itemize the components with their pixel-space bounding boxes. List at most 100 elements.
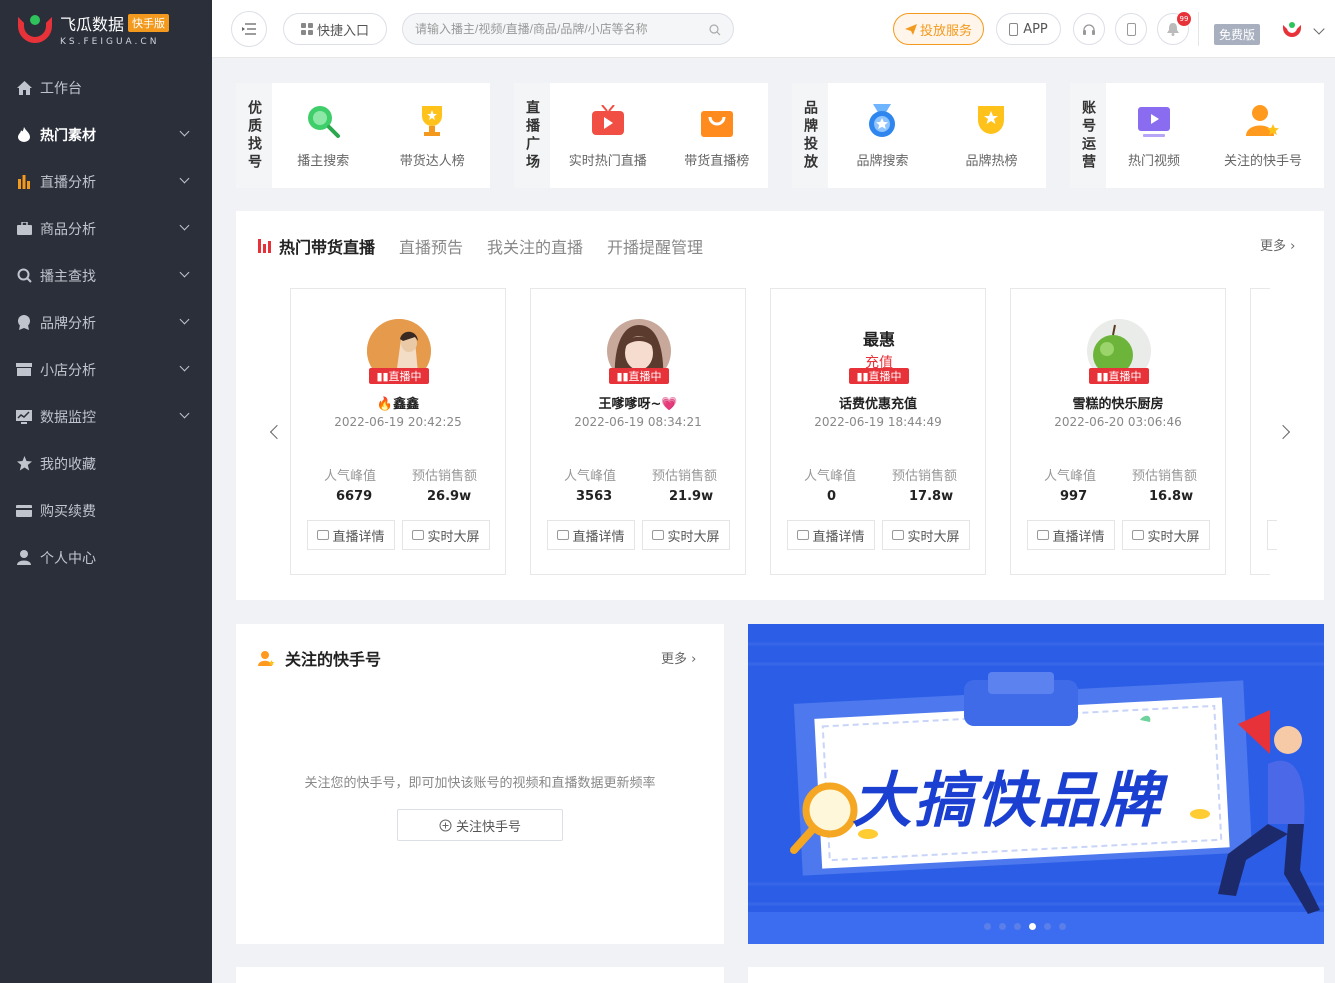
live-screen-button[interactable]: 实时大屏 [882,520,970,550]
banner-dot[interactable] [984,923,991,930]
user-avatar[interactable] [1283,22,1301,38]
quick-item-hot-video[interactable]: 热门视频 [1128,102,1180,169]
menu-toggle-button[interactable] [231,11,267,47]
anchor-name[interactable]: 雪糕的快乐厨房 [1011,393,1225,412]
sidebar-item-profile[interactable]: 个人中心 [0,534,212,581]
mobile-button[interactable] [1115,13,1147,45]
followed-accounts-panel: 关注的快手号 更多 › 关注您的快手号，即可加快该账号的视频和直播数据更新频率 … [236,624,724,944]
live-card[interactable]: 最惠 充值 ▮▮ 直播中 话费优惠充值 2022-06-19 18:44:49 … [770,288,986,575]
sidebar-item-label: 直播分析 [40,174,96,191]
support-button[interactable] [1073,13,1105,45]
live-detail-button[interactable]: 直播详情 [307,520,395,550]
banner-dot-active[interactable] [1029,923,1036,930]
search-icon[interactable] [709,24,721,36]
banner-dot[interactable] [1044,923,1051,930]
btn-label: 直播详情 [1052,529,1105,545]
carousel-next-arrow[interactable] [1275,424,1291,440]
bar-chart-icon [16,174,32,190]
anchor-name[interactable]: 王嗲嗲呀~💗 [531,393,745,412]
carousel-prev-arrow[interactable] [269,424,285,440]
camera-icon [557,530,570,540]
chevron-down-icon [179,220,190,231]
live-detail-button[interactable]: 直播详情 [547,520,635,550]
notification-button[interactable]: 99 [1157,12,1191,45]
quick-item-label: 热门视频 [1127,154,1180,169]
search-box[interactable] [402,13,734,45]
btn-label: 实时大屏 [667,529,720,545]
banner-dot[interactable] [999,923,1006,930]
banner-dot[interactable] [1059,923,1066,930]
monitor-icon [16,409,32,425]
quick-item-sales-ranking[interactable]: 带货达人榜 [400,102,465,169]
app-button[interactable]: APP [996,13,1061,45]
live-screen-button[interactable]: 实时大屏 [1122,520,1210,550]
live-time: 2022-06-19 08:34:21 [574,415,702,429]
sidebar-item-anchor-search[interactable]: 播主查找 [0,252,212,299]
section-title: 关注的快手号 [258,646,381,670]
quick-item-live-ranking[interactable]: 带货直播榜 [684,102,749,169]
live-screen-button[interactable]: 实时大屏 [642,520,730,550]
ad-service-label: 投放服务 [919,23,972,39]
sidebar-item-shop-analysis[interactable]: 小店分析 [0,346,212,393]
quick-item-followed-accounts[interactable]: 关注的快手号 [1224,102,1302,169]
live-detail-button[interactable] [1267,520,1277,550]
quick-entry-button[interactable]: 快捷入口 [283,13,387,45]
quick-group-account-ops: 账号运营 热门视频 关注的快手号 [1070,83,1324,188]
live-card[interactable]: ▮▮ 直播中 🔥鑫鑫 2022-06-19 20:42:25 人气峰值 预估销售… [290,288,506,575]
quick-item-label: 关注的快手号 [1223,154,1302,169]
sidebar-item-brand-analysis[interactable]: 品牌分析 [0,299,212,346]
live-card[interactable]: ▮▮ 直播中 雪糕的快乐厨房 2022-06-20 03:06:46 人气峰值 … [1010,288,1226,575]
follow-more-link[interactable]: 更多 › [661,648,696,667]
avatar-text: 最惠 [862,330,895,349]
anchor-name[interactable]: 话费优惠充值 [771,393,985,412]
stat-value-sales: 21.9w [669,489,714,504]
card-icon [16,503,32,519]
sidebar-item-label: 个人中心 [40,550,96,567]
live-card[interactable]: ▮▮ 直播中 王嗲嗲呀~💗 2022-06-19 08:34:21 人气峰值 预… [530,288,746,575]
quick-item-anchor-search[interactable]: 播主搜索 [297,102,349,169]
send-icon [904,23,917,35]
live-detail-button[interactable]: 直播详情 [1027,520,1115,550]
quick-group-title: 品牌投放 [802,99,818,172]
sidebar-item-goods-analysis[interactable]: 商品分析 [0,205,212,252]
banner-dot[interactable] [1014,923,1021,930]
sidebar-item-purchase[interactable]: 购买续费 [0,487,212,534]
tab-live-reminder[interactable]: 开播提醒管理 [607,234,703,258]
phone-icon [1126,22,1136,36]
sidebar-item-live-analysis[interactable]: 直播分析 [0,158,212,205]
live-more-link[interactable]: 更多 › [1260,235,1295,254]
sidebar-item-favorites[interactable]: 我的收藏 [0,440,212,487]
live-status-badge: ▮▮ 直播中 [369,368,429,384]
stat-value-sales: 26.9w [427,489,472,504]
chevron-down-icon [179,173,190,184]
chevron-down-icon[interactable] [1313,23,1325,35]
tab-hot-sales-live[interactable]: 热门带货直播 [279,234,375,258]
tab-live-preview[interactable]: 直播预告 [399,234,463,258]
promo-banner[interactable]: 大搞快品牌 [748,624,1324,944]
sidebar-item-data-monitor[interactable]: 数据监控 [0,393,212,440]
sidebar-item-workbench[interactable]: 工作台 [0,64,212,111]
quick-item-realtime-live[interactable]: 实时热门直播 [569,102,647,169]
brand-tag[interactable]: 快手版 [128,14,170,32]
quick-item-brand-hot[interactable]: 品牌热榜 [965,102,1018,169]
logo[interactable]: 飞瓜数据 快手版 KS.FEIGUA.CN [0,0,212,58]
btn-label: 实时大屏 [1147,529,1200,545]
sidebar: 飞瓜数据 快手版 KS.FEIGUA.CN 工作台 热门素材 直播分析 商品分析 [0,0,212,983]
btn-label: 实时大屏 [427,529,480,545]
stat-value-sales: 17.8w [909,489,954,504]
live-card-partial[interactable] [1250,288,1277,575]
quick-group-find-account: 优质找号 播主搜索 带货达人榜 [236,83,490,188]
plan-badge[interactable]: 免费版 [1214,24,1261,45]
anchor-name[interactable]: 🔥鑫鑫 [291,393,505,412]
ad-service-button[interactable]: 投放服务 [893,13,984,45]
live-time: 2022-06-19 18:44:49 [814,415,942,429]
live-screen-button[interactable]: 实时大屏 [402,520,490,550]
live-detail-button[interactable]: 直播详情 [787,520,875,550]
sidebar-item-hot-material[interactable]: 热门素材 [0,111,212,158]
more-label: 更多 [1260,239,1287,254]
video-icon [1135,102,1173,140]
follow-account-button[interactable]: 关注快手号 [397,809,563,841]
quick-item-brand-search[interactable]: 品牌搜索 [856,102,909,169]
tab-followed-live[interactable]: 我关注的直播 [487,234,583,258]
search-input[interactable] [415,22,695,36]
